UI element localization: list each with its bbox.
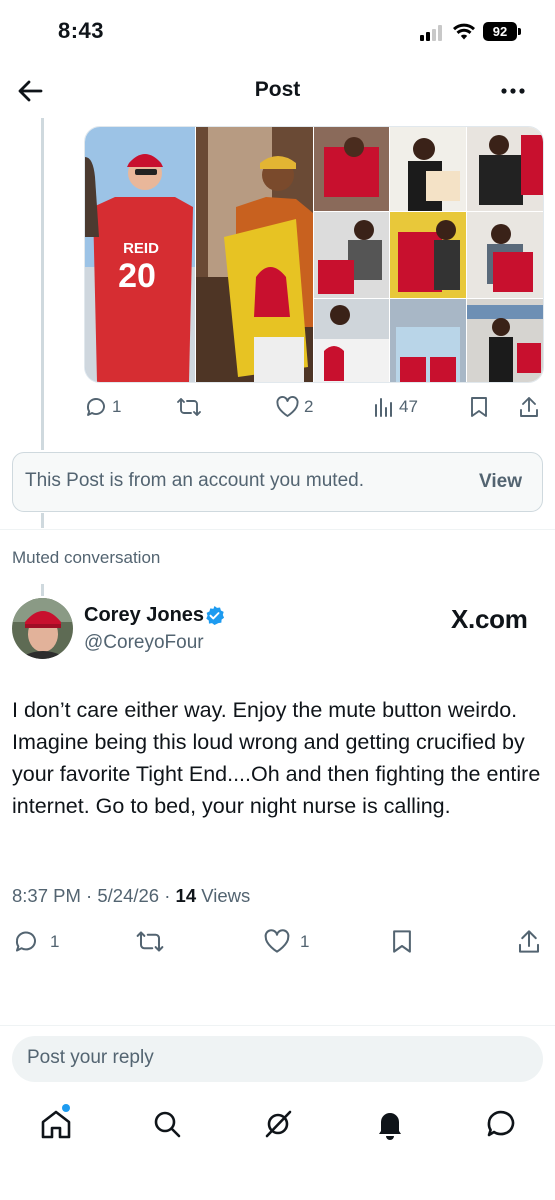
notifications-tab-icon[interactable] — [370, 1104, 410, 1144]
more-options-icon[interactable] — [495, 76, 531, 106]
like-button[interactable]: 1 — [262, 928, 309, 955]
view-muted-post-button[interactable]: View — [479, 471, 522, 493]
views-count: 47 — [399, 397, 418, 416]
reply-icon — [15, 931, 36, 952]
post-time[interactable]: 8:37 PM — [12, 885, 81, 906]
author-name[interactable]: Corey Jones — [84, 604, 204, 627]
share-button[interactable] — [516, 928, 542, 955]
views-chart-icon — [375, 398, 392, 417]
collage-tile — [390, 299, 466, 382]
post-views-count: 14 — [175, 885, 197, 906]
avatar[interactable] — [12, 598, 73, 659]
collage-tile — [314, 299, 389, 382]
messages-tab-icon[interactable] — [481, 1104, 521, 1144]
collage-tile — [314, 127, 389, 211]
home-tab-icon[interactable] — [36, 1104, 76, 1144]
heart-icon — [276, 396, 299, 417]
post-views-label: Views — [201, 885, 251, 906]
post-date[interactable]: 5/24/26 — [97, 885, 159, 906]
muted-conversation-label: Muted conversation — [12, 548, 161, 567]
like-count: 1 — [300, 931, 310, 951]
post-text: I don’t care either way. Enjoy the mute … — [12, 698, 541, 818]
thread-line-top — [41, 118, 44, 450]
parent-reply-button[interactable]: 1 — [84, 395, 121, 419]
jersey-name-text: REID — [123, 240, 159, 257]
battery-indicator: 92 — [483, 22, 517, 41]
status-bar: 8:43 92 — [0, 0, 555, 62]
parent-views-button[interactable]: 47 — [373, 395, 418, 419]
parent-bookmark-button[interactable] — [469, 395, 489, 419]
collage-tile — [467, 212, 543, 298]
parent-share-button[interactable] — [518, 395, 540, 419]
battery-tip — [518, 28, 521, 35]
repost-icon — [177, 398, 201, 416]
like-count: 2 — [304, 397, 314, 416]
nav-bar: Post — [0, 62, 555, 118]
wifi-icon — [453, 23, 475, 40]
bookmark-button[interactable] — [390, 928, 414, 955]
xcom-watermark: X.com — [451, 604, 528, 634]
verified-badge-icon — [206, 605, 225, 626]
parent-like-button[interactable]: 2 — [275, 395, 313, 419]
parent-repost-button[interactable] — [176, 395, 202, 419]
post-meta: 8:37 PM · 5/24/26 · 14 Views — [12, 885, 251, 906]
repost-button[interactable] — [135, 928, 165, 955]
reply-divider — [0, 1025, 555, 1026]
share-icon — [518, 930, 540, 953]
collage-tile — [467, 127, 543, 211]
media-grid[interactable]: REID 20 — [84, 126, 544, 383]
media-photo-painting[interactable] — [196, 127, 313, 383]
muted-account-notice: This Post is from an account you muted. … — [12, 452, 543, 512]
cellular-signal-icon — [420, 25, 446, 41]
grok-tab-icon[interactable] — [258, 1104, 298, 1144]
search-tab-icon[interactable] — [147, 1104, 187, 1144]
media-photo-jersey[interactable]: REID 20 — [85, 127, 195, 383]
bookmark-icon — [471, 397, 487, 417]
share-icon — [520, 397, 538, 417]
repost-icon — [136, 931, 164, 952]
reply-count: 1 — [112, 397, 122, 416]
section-divider — [0, 529, 555, 530]
collage-tile — [390, 127, 466, 211]
status-time: 8:43 — [58, 18, 105, 43]
reply-input[interactable]: Post your reply — [12, 1036, 543, 1082]
reply-placeholder: Post your reply — [27, 1047, 154, 1068]
thread-line-mid — [41, 513, 44, 528]
jersey-number-text: 20 — [118, 257, 156, 295]
author-handle[interactable]: @CoreyoFour — [84, 632, 204, 654]
page-title: Post — [254, 78, 301, 101]
collage-tile — [467, 299, 543, 382]
reply-button[interactable]: 1 — [12, 928, 59, 955]
media-collage[interactable] — [314, 127, 543, 382]
collage-tile — [390, 212, 466, 298]
reply-count: 1 — [50, 931, 60, 951]
muted-notice-text: This Post is from an account you muted. — [25, 470, 364, 491]
collage-tile — [314, 212, 389, 298]
heart-icon — [264, 929, 290, 953]
thread-line-bottom — [41, 584, 44, 596]
bookmark-icon — [393, 930, 411, 953]
reply-icon — [87, 398, 105, 416]
